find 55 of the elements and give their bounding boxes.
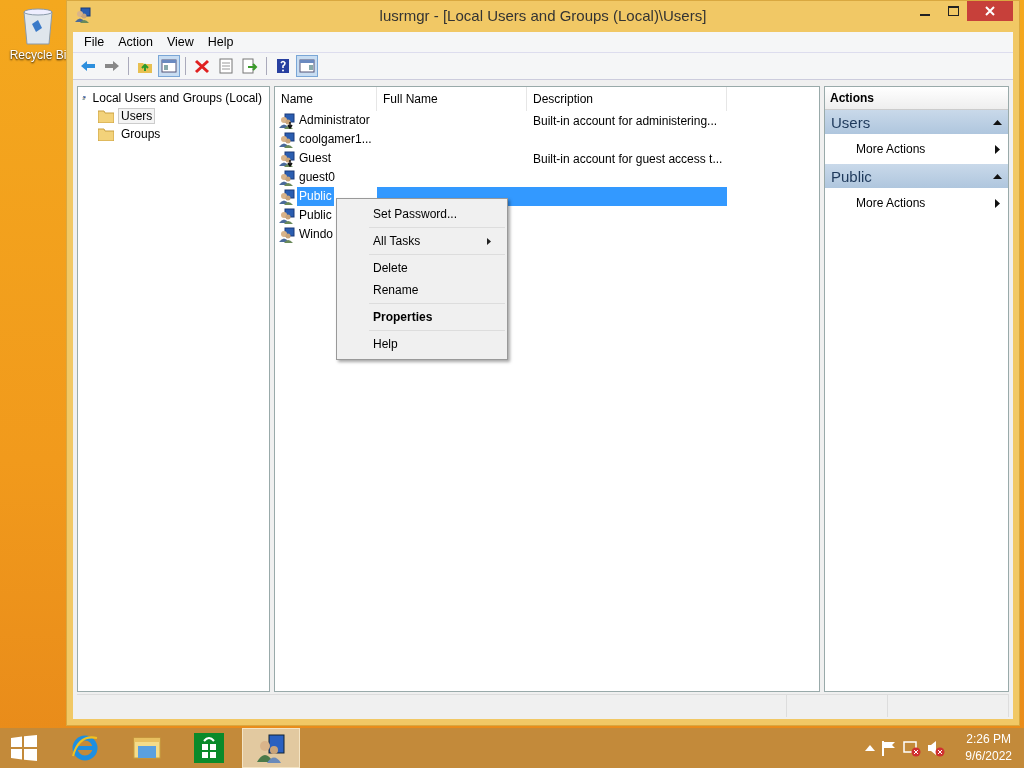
close-icon <box>985 6 995 16</box>
users-icon[interactable] <box>75 7 91 23</box>
delete-icon <box>194 58 210 74</box>
collapse-arrow-icon[interactable] <box>993 173 1002 179</box>
flag-icon[interactable] <box>881 740 898 756</box>
context-menu-item[interactable]: Properties <box>339 306 505 328</box>
context-menu-item[interactable]: Help <box>339 333 505 355</box>
minimize-icon <box>920 14 930 16</box>
context-menu-item[interactable]: Rename <box>339 279 505 301</box>
users-taskbar-button[interactable] <box>242 728 300 768</box>
description-cell-text: Built-in account for administering... <box>532 113 719 128</box>
submenu-arrow-icon <box>995 144 1000 154</box>
arrow-right-icon <box>104 58 120 74</box>
folder-icon <box>98 127 114 141</box>
folder-icon <box>98 109 114 123</box>
maximize-icon <box>947 6 959 16</box>
action-section-header[interactable]: Public <box>825 164 1008 188</box>
export-icon <box>242 58 258 74</box>
action-item[interactable]: More Actions <box>825 134 1008 164</box>
shopping-bag-icon <box>193 732 225 764</box>
context-menu-item[interactable]: All Tasks <box>339 230 505 252</box>
action-pane-button[interactable] <box>296 55 318 77</box>
tree-item[interactable]: Local Users and Groups (Local) <box>89 90 265 106</box>
user-name[interactable]: Windo <box>297 225 335 244</box>
menu-item[interactable]: File <box>77 35 112 49</box>
network-error-icon[interactable] <box>903 739 922 757</box>
tree-item[interactable]: Groups <box>118 126 164 142</box>
collapse-arrow-icon[interactable] <box>993 119 1002 125</box>
document-icon <box>218 58 234 74</box>
users-icon <box>255 732 287 764</box>
show-hidden-icons-icon[interactable] <box>865 745 876 751</box>
recycle-bin-icon[interactable] <box>20 6 56 46</box>
description-cell-text: Built-in account for guest access t... <box>532 151 724 166</box>
console-tree-button[interactable] <box>158 55 180 77</box>
action-section-header[interactable]: Users <box>825 110 1008 134</box>
context-menu-item[interactable]: Delete <box>339 257 505 279</box>
windows-logo-icon <box>11 735 37 761</box>
user-name[interactable]: coolgamer1... <box>297 130 374 149</box>
submenu-arrow-icon <box>487 237 491 245</box>
action-item[interactable]: More Actions <box>825 188 1008 218</box>
submenu-arrow-icon <box>995 198 1000 208</box>
user-name[interactable]: Public <box>297 206 334 225</box>
menu-item[interactable]: Action <box>111 35 160 49</box>
pane-left-icon <box>161 58 177 74</box>
arrow-left-icon <box>80 58 96 74</box>
menu-item[interactable]: Help <box>200 35 241 49</box>
window-title: lusrmgr - [Local Users and Groups (Local)\Users] <box>379 7 707 24</box>
volume-muted-icon[interactable] <box>927 739 946 757</box>
pane-right-icon <box>299 58 315 74</box>
user-name[interactable]: guest0 <box>297 168 338 187</box>
context-menu-item[interactable]: Set Password... <box>339 203 505 225</box>
menu-item[interactable]: View <box>159 35 201 49</box>
close-button[interactable] <box>967 1 1013 21</box>
help-icon <box>275 58 291 74</box>
tree-item[interactable]: Users <box>118 108 156 124</box>
